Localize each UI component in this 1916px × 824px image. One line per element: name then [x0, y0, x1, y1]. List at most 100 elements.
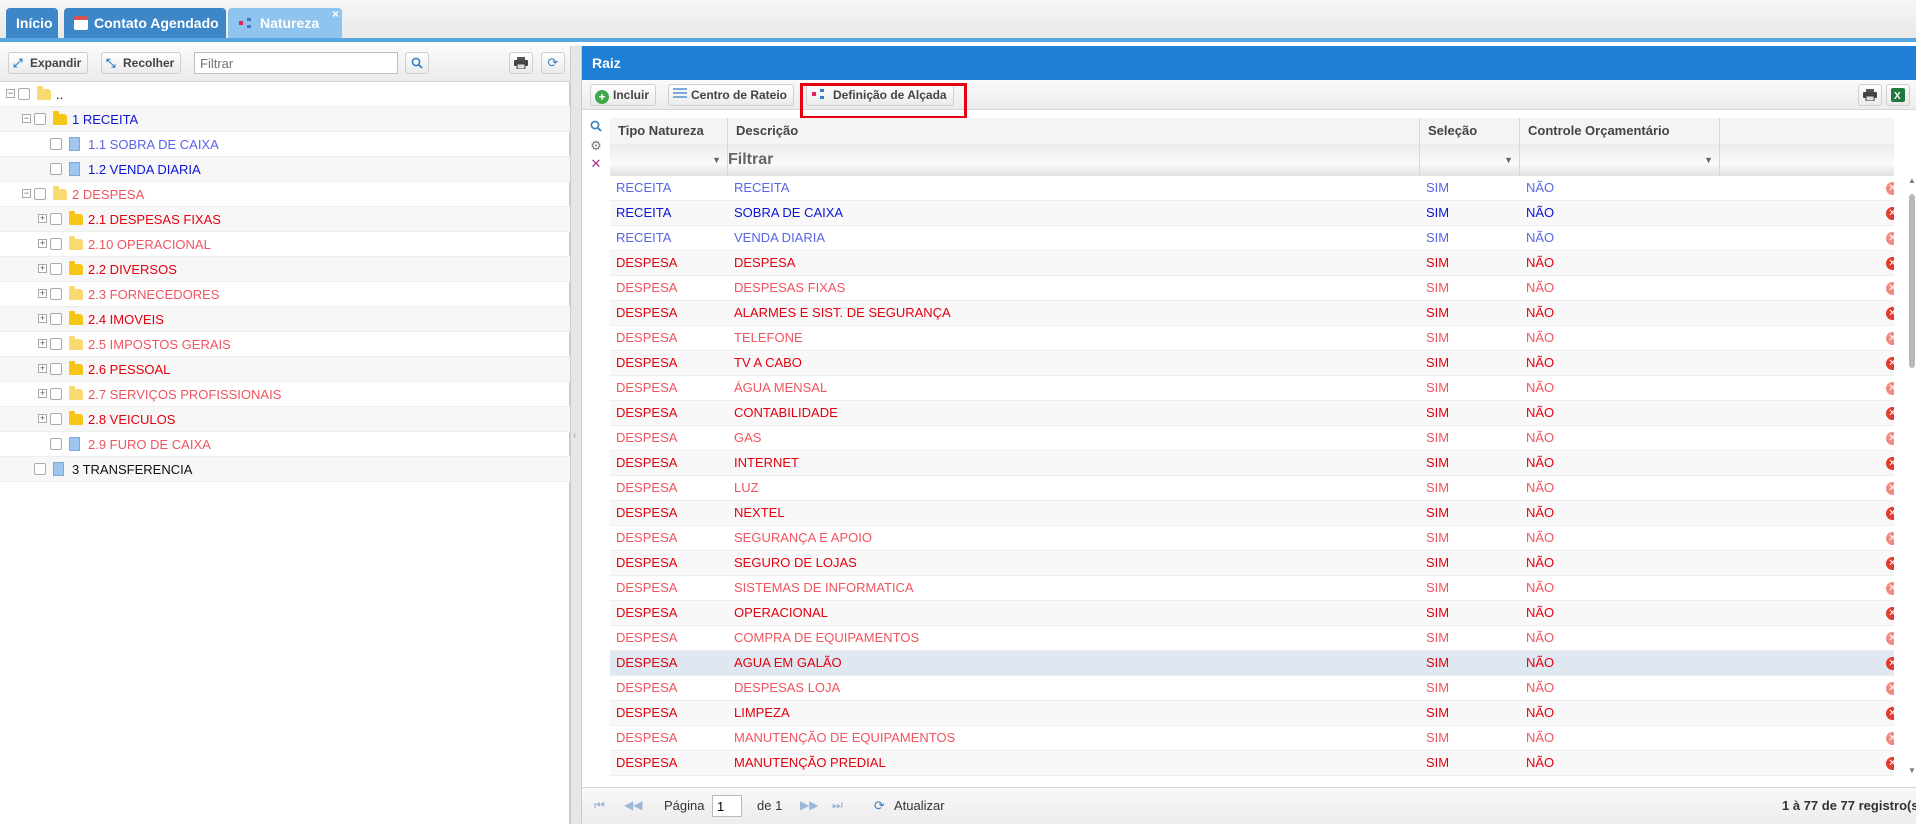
delete-icon[interactable]: ✕	[1886, 307, 1894, 320]
tree-node-label[interactable]: ..	[56, 87, 63, 102]
table-row[interactable]: DESPESA MANUTENÇÃO PREDIAL SIM NÃO ✕	[610, 751, 1894, 776]
delete-icon[interactable]: ✕	[1886, 532, 1894, 545]
delete-icon[interactable]: ✕	[1886, 757, 1894, 770]
first-page-button[interactable]: ⏮	[594, 798, 605, 813]
table-row[interactable]: DESPESA AGUA EM GALÃO SIM NÃO ✕	[610, 651, 1894, 676]
tree-node[interactable]: +2.1 DESPESAS FIXAS	[0, 207, 570, 232]
delete-icon[interactable]: ✕	[1886, 382, 1894, 395]
delete-icon[interactable]: ✕	[1886, 282, 1894, 295]
tree-expander-icon[interactable]: +	[38, 239, 47, 248]
tree-node[interactable]: +2.6 PESSOAL	[0, 357, 570, 382]
tree-node-checkbox[interactable]	[50, 313, 62, 325]
scroll-thumb[interactable]	[1909, 194, 1915, 368]
tree-node-checkbox[interactable]	[50, 388, 62, 400]
tree-node-checkbox[interactable]	[34, 188, 46, 200]
delete-icon[interactable]: ✕	[1886, 182, 1894, 195]
table-row[interactable]: DESPESA SISTEMAS DE INFORMATICA SIM NÃO ✕	[610, 576, 1894, 601]
tree-node[interactable]: +2.4 IMOVEIS	[0, 307, 570, 332]
table-row[interactable]: DESPESA INTERNET SIM NÃO ✕	[610, 451, 1894, 476]
table-row[interactable]: RECEITA VENDA DIARIA SIM NÃO ✕	[610, 226, 1894, 251]
tree-expander-icon[interactable]: −	[6, 89, 15, 98]
tree-node[interactable]: +2.10 OPERACIONAL	[0, 232, 570, 257]
table-row[interactable]: DESPESA LIMPEZA SIM NÃO ✕	[610, 701, 1894, 726]
tree-node-checkbox[interactable]	[34, 113, 46, 125]
grid-export-excel-button[interactable]: X	[1886, 84, 1910, 106]
tree-node-checkbox[interactable]	[50, 288, 62, 300]
tree-node-label[interactable]: 1 RECEITA	[72, 112, 138, 127]
table-row[interactable]: DESPESA NEXTEL SIM NÃO ✕	[610, 501, 1894, 526]
tree-node-label[interactable]: 2 DESPESA	[72, 187, 144, 202]
table-row[interactable]: RECEITA RECEITA SIM NÃO ✕	[610, 176, 1894, 201]
tree-node-label[interactable]: 2.8 VEICULOS	[88, 412, 175, 427]
tree-node[interactable]: 1.2 VENDA DIARIA	[0, 157, 570, 182]
tree-node-label[interactable]: 2.4 IMOVEIS	[88, 312, 164, 327]
tree-node[interactable]: +2.3 FORNECEDORES	[0, 282, 570, 307]
tree-node-label[interactable]: 2.10 OPERACIONAL	[88, 237, 211, 252]
next-page-button[interactable]: ▶▶	[800, 798, 818, 812]
tree-node-checkbox[interactable]	[50, 138, 62, 150]
tree-node[interactable]: 2.9 FURO DE CAIXA	[0, 432, 570, 457]
delete-icon[interactable]: ✕	[1886, 607, 1894, 620]
table-row[interactable]: DESPESA TELEFONE SIM NÃO ✕	[610, 326, 1894, 351]
table-row[interactable]: DESPESA MANUTENÇÃO DE EQUIPAMENTOS SIM NÃO ✕	[610, 726, 1894, 751]
cost-center-button[interactable]: Centro de Rateio	[668, 84, 795, 106]
table-row[interactable]: DESPESA OPERACIONAL SIM NÃO ✕	[610, 601, 1894, 626]
delete-icon[interactable]: ✕	[1886, 707, 1894, 720]
table-row[interactable]: DESPESA DESPESAS LOJA SIM NÃO ✕	[610, 676, 1894, 701]
table-row[interactable]: RECEITA SOBRA DE CAIXA SIM NÃO ✕	[610, 201, 1894, 226]
tree-node[interactable]: +2.5 IMPOSTOS GERAIS	[0, 332, 570, 357]
filter-descricao[interactable]: Filtrar	[728, 144, 1420, 176]
tree-node-label[interactable]: 2.1 DESPESAS FIXAS	[88, 212, 221, 227]
filter-tipo[interactable]: ▼	[610, 144, 728, 176]
tree-expander-icon[interactable]: +	[38, 389, 47, 398]
tree-expander-icon[interactable]: +	[38, 414, 47, 423]
tree-expander-icon[interactable]: +	[38, 214, 47, 223]
expand-button[interactable]: ⤢ Expandir	[8, 52, 89, 74]
filter-controle[interactable]: ▼	[1520, 144, 1720, 176]
tree-expander-icon[interactable]: −	[22, 189, 31, 198]
col-header-controle[interactable]: Controle Orçamentário	[1520, 118, 1720, 144]
tree-node-label[interactable]: 1.2 VENDA DIARIA	[88, 162, 201, 177]
tree-node-label[interactable]: 2.6 PESSOAL	[88, 362, 170, 377]
close-icon[interactable]: ×	[332, 0, 339, 29]
table-row[interactable]: DESPESA COMPRA DE EQUIPAMENTOS SIM NÃO ✕	[610, 626, 1894, 651]
col-header-tipo[interactable]: Tipo Natureza	[610, 118, 728, 144]
tree-node[interactable]: +2.8 VEICULOS	[0, 407, 570, 432]
table-row[interactable]: DESPESA SEGURO DE LOJAS SIM NÃO ✕	[610, 551, 1894, 576]
tree-node-label[interactable]: 1.1 SOBRA DE CAIXA	[88, 137, 219, 152]
tree-node-label[interactable]: 2.7 SERVIÇOS PROFISSIONAIS	[88, 387, 281, 402]
delete-icon[interactable]: ✕	[1886, 407, 1894, 420]
tree-search-button[interactable]	[405, 52, 429, 74]
delete-icon[interactable]: ✕	[1886, 557, 1894, 570]
tree-node[interactable]: +2.2 DIVERSOS	[0, 257, 570, 282]
tree-node-checkbox[interactable]	[50, 213, 62, 225]
grid-clear-button[interactable]: ✕	[588, 156, 604, 174]
tree-print-button[interactable]	[509, 52, 533, 74]
filter-selecao[interactable]: ▼	[1420, 144, 1520, 176]
tab-contato-agendado[interactable]: Contato Agendado	[64, 8, 226, 38]
delete-icon[interactable]: ✕	[1886, 207, 1894, 220]
tree-filter-input[interactable]	[194, 52, 398, 74]
last-page-button[interactable]: ⏭	[832, 798, 843, 813]
tree-node-label[interactable]: 2.9 FURO DE CAIXA	[88, 437, 211, 452]
delete-icon[interactable]: ✕	[1886, 482, 1894, 495]
tree-expander-icon[interactable]: +	[38, 364, 47, 373]
delete-icon[interactable]: ✕	[1886, 332, 1894, 345]
tree-refresh-button[interactable]: ⟳	[541, 52, 565, 74]
table-row[interactable]: DESPESA GAS SIM NÃO ✕	[610, 426, 1894, 451]
tree-node-label[interactable]: 2.5 IMPOSTOS GERAIS	[88, 337, 231, 352]
delete-icon[interactable]: ✕	[1886, 657, 1894, 670]
tree-node-checkbox[interactable]	[50, 438, 62, 450]
col-header-selecao[interactable]: Seleção	[1420, 118, 1520, 144]
grid-search-button[interactable]	[588, 120, 604, 138]
tree-node-checkbox[interactable]	[34, 463, 46, 475]
table-row[interactable]: DESPESA CONTABILIDADE SIM NÃO ✕	[610, 401, 1894, 426]
collapse-button[interactable]: ⤡ Recolher	[101, 52, 182, 74]
scroll-down-icon[interactable]: ▼	[1908, 766, 1916, 775]
panel-splitter[interactable]: ‹	[570, 46, 582, 824]
delete-icon[interactable]: ✕	[1886, 257, 1894, 270]
delete-icon[interactable]: ✕	[1886, 357, 1894, 370]
tree-node-label[interactable]: 2.2 DIVERSOS	[88, 262, 177, 277]
tree-expander-icon[interactable]: +	[38, 339, 47, 348]
tree-node[interactable]: 1.1 SOBRA DE CAIXA	[0, 132, 570, 157]
